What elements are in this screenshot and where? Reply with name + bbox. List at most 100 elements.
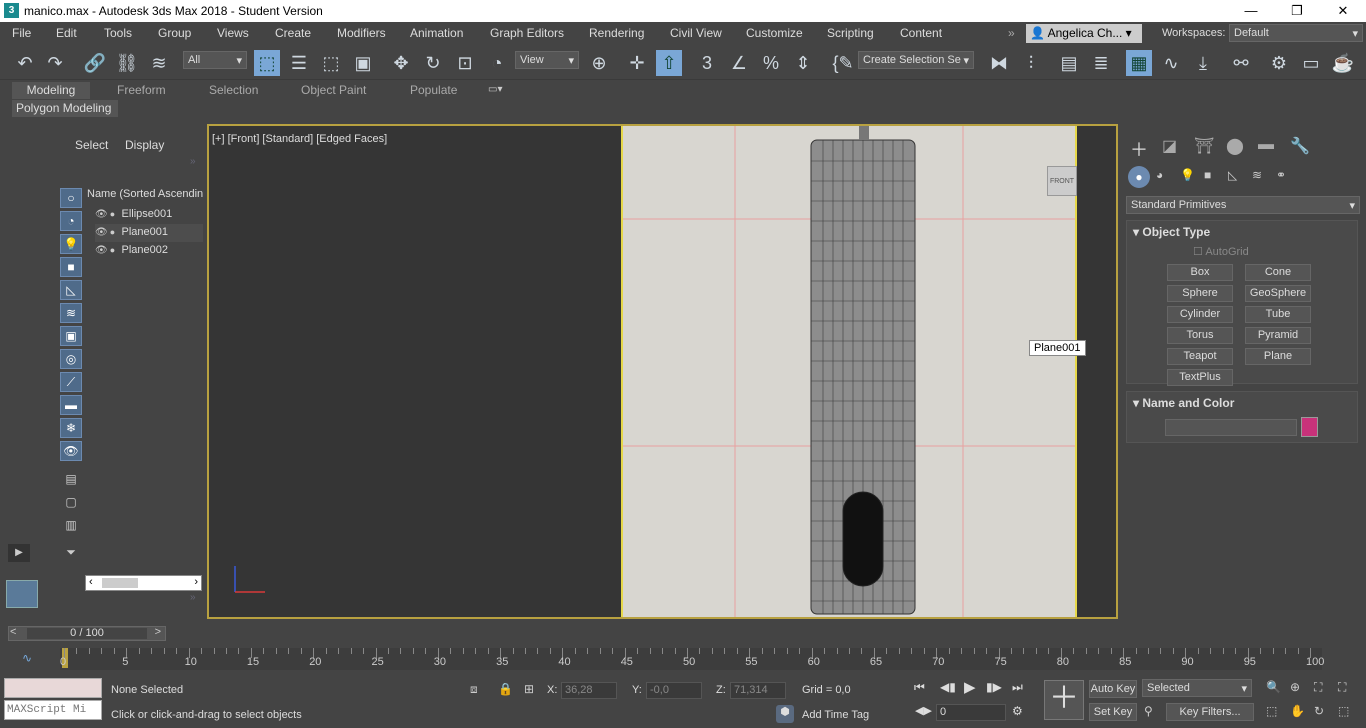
expand-icon[interactable]: »	[190, 156, 196, 167]
menu-content[interactable]: Content	[900, 26, 942, 40]
current-frame-field[interactable]: 0	[936, 704, 1006, 721]
display-cameras-icon[interactable]: ■	[60, 257, 82, 277]
prev-frame-icon[interactable]: <	[10, 626, 16, 638]
menu-graph-editors[interactable]: Graph Editors	[490, 26, 564, 40]
display-invert-icon[interactable]: ▥	[63, 518, 79, 534]
add-time-tag[interactable]: Add Time Tag	[802, 709, 869, 721]
list-item[interactable]: 👁 ● Ellipse001	[95, 206, 203, 224]
display-containers-icon[interactable]: ▬	[60, 395, 82, 415]
zoom-extents-all-icon[interactable]: ⛶	[1338, 680, 1346, 695]
utilities-tab-icon[interactable]: 🔧	[1290, 136, 1310, 156]
plane-button[interactable]: Plane	[1245, 348, 1311, 365]
play-animation-icon[interactable]: ▶	[964, 678, 976, 696]
render-setup-icon[interactable]: ⚙	[1266, 50, 1292, 76]
snaps-toggle-icon[interactable]: 3	[694, 50, 720, 76]
helpers-icon[interactable]: ◺	[1228, 168, 1237, 182]
teapot-button[interactable]: Teapot	[1167, 348, 1233, 365]
menu-animation[interactable]: Animation	[410, 26, 463, 40]
torus-button[interactable]: Torus	[1167, 327, 1233, 344]
ribbon-tab-freeform[interactable]: Freeform	[117, 83, 166, 97]
geosphere-button[interactable]: GeoSphere	[1245, 285, 1311, 302]
textplus-button[interactable]: TextPlus	[1167, 369, 1233, 386]
viewport-layout-icon[interactable]	[6, 580, 38, 608]
visibility-eye-icon[interactable]: 👁	[95, 227, 108, 238]
track-bar[interactable]: 0 5 10 15 20 25 30 35 40 45 50 55 60 65 70 75 80 85 90 95 10…	[60, 648, 1324, 670]
pivot-center-icon[interactable]: ⊕	[586, 50, 612, 76]
link-icon[interactable]: 🔗	[82, 50, 108, 76]
minimize-button[interactable]: —	[1228, 0, 1274, 22]
expand-icon[interactable]: »	[190, 592, 196, 603]
absolute-mode-icon[interactable]: ⊞	[524, 682, 534, 696]
zoom-extents-icon[interactable]: ⛶	[1314, 680, 1322, 695]
angle-snap-icon[interactable]: ∠	[726, 50, 752, 76]
menu-tools[interactable]: Tools	[104, 26, 132, 40]
cameras-icon[interactable]: ■	[1204, 168, 1211, 182]
object-type-title[interactable]: ▾ Object Type	[1133, 225, 1210, 239]
scene-explorer-icon[interactable]: ▤	[1056, 50, 1082, 76]
set-key-button[interactable]: Set Key	[1089, 703, 1137, 721]
time-tag-icon[interactable]: ⬢	[776, 705, 794, 723]
hierarchy-tab-icon[interactable]: ⛩	[1194, 136, 1214, 156]
play-icon[interactable]: ▶	[8, 544, 30, 562]
menu-edit[interactable]: Edit	[56, 26, 77, 40]
display-all-icon[interactable]: ▤	[63, 472, 79, 488]
spinner-snap-icon[interactable]: ⇕	[790, 50, 816, 76]
placement-icon[interactable]: ◔	[484, 50, 510, 76]
select-object-icon[interactable]: ⬚	[254, 50, 280, 76]
object-name-field[interactable]	[1165, 419, 1297, 436]
display-tab-icon[interactable]: ▬	[1258, 136, 1274, 154]
user-account[interactable]: 👤 Angelica Ch... ▾	[1026, 24, 1142, 43]
name-color-title[interactable]: ▾ Name and Color	[1133, 396, 1234, 410]
key-set-dropdown[interactable]: Selected ▾	[1142, 679, 1252, 697]
key-mode-icon[interactable]: ◀▶	[915, 704, 932, 717]
sphere-button[interactable]: Sphere	[1167, 285, 1233, 302]
visibility-eye-icon[interactable]: 👁	[95, 209, 108, 220]
scene-tab-select[interactable]: Select	[75, 138, 108, 152]
maxscript-listener-pink[interactable]	[4, 678, 102, 698]
align-icon[interactable]: ⫶	[1018, 50, 1044, 76]
modify-tab-icon[interactable]: ◪	[1162, 136, 1177, 156]
field-of-view-icon[interactable]: ⬚	[1266, 704, 1277, 718]
schematic-view-icon[interactable]: ⚯	[1228, 50, 1254, 76]
scroll-left-icon[interactable]: ‹	[89, 576, 93, 588]
layer-explorer-icon[interactable]: ≣	[1088, 50, 1114, 76]
viewport-label[interactable]: [+] [Front] [Standard] [Edged Faces]	[212, 133, 387, 145]
menu-create[interactable]: Create	[275, 26, 311, 40]
ribbon-tab-populate[interactable]: Populate	[410, 83, 457, 97]
spacewarps-icon[interactable]: ≋	[1252, 168, 1262, 182]
time-slider[interactable]: < 0 / 100 >	[8, 626, 166, 641]
systems-icon[interactable]: ⚭	[1276, 168, 1286, 182]
window-crossing-icon[interactable]: ▣	[350, 50, 376, 76]
viewport-front[interactable]: [+] [Front] [Standard] [Edged Faces] FRO…	[207, 124, 1118, 619]
shapes-icon[interactable]: ◕	[1156, 168, 1163, 182]
scale-icon[interactable]: ⊡	[452, 50, 478, 76]
prev-key-icon[interactable]: ◀▮	[940, 680, 956, 694]
display-groups-icon[interactable]: ▣	[60, 326, 82, 346]
percent-snap-icon[interactable]: %	[758, 50, 784, 76]
unlink-icon[interactable]: ⛓	[114, 50, 140, 76]
rendered-frame-icon[interactable]: ▭	[1298, 50, 1324, 76]
mini-curve-editor-icon[interactable]: ∿	[22, 651, 32, 665]
dope-sheet-icon[interactable]: ⤓	[1190, 50, 1216, 76]
create-tab-icon[interactable]: ＋	[1130, 136, 1148, 162]
undo-icon[interactable]: ↶	[12, 50, 38, 76]
tube-button[interactable]: Tube	[1245, 306, 1311, 323]
display-none-toggle-icon[interactable]: ▢	[63, 495, 79, 511]
auto-key-button[interactable]: Auto Key	[1089, 680, 1137, 698]
display-geometry-icon[interactable]: ◔	[60, 211, 82, 231]
viewcube[interactable]: FRONT	[1047, 166, 1077, 196]
ribbon-options-icon[interactable]: ▭▾	[488, 84, 502, 95]
toggle-ribbon-icon[interactable]: ▦	[1126, 50, 1152, 76]
ribbon-polygon-modeling[interactable]: Polygon Modeling	[12, 100, 118, 117]
named-selection-dropdown[interactable]: Create Selection Se ▾	[858, 51, 974, 69]
goto-start-icon[interactable]: ⏮	[914, 680, 925, 695]
motion-tab-icon[interactable]: ⬤	[1226, 136, 1244, 156]
autogrid-checkbox[interactable]: ☐ AutoGrid	[1193, 245, 1249, 258]
rectangular-selection-icon[interactable]: ⬚	[318, 50, 344, 76]
close-button[interactable]: ✕	[1320, 0, 1366, 22]
key-filters-button[interactable]: Key Filters...	[1166, 703, 1254, 721]
orbit-icon[interactable]: ↻	[1314, 704, 1324, 718]
maxscript-mini-input[interactable]: MAXScript Mi	[4, 700, 102, 720]
object-color-swatch[interactable]	[1301, 417, 1318, 437]
ribbon-tab-modeling[interactable]: Modeling	[12, 82, 90, 99]
